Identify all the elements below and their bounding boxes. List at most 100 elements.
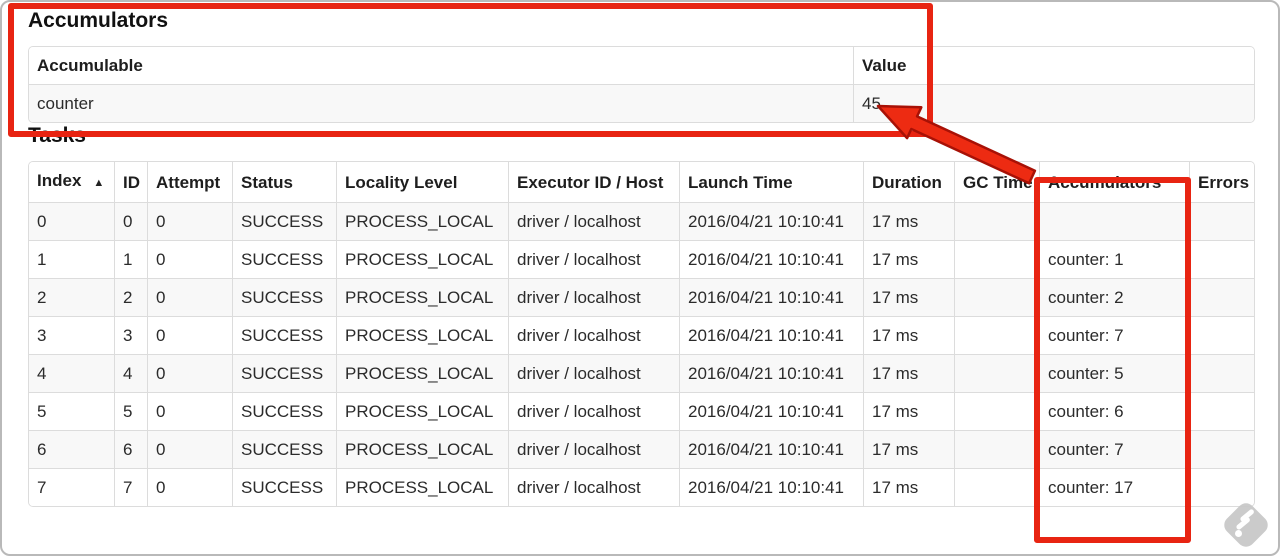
tasks-table-wrapper: Index ▲ ID Attempt Status Locality Level … bbox=[28, 161, 1255, 507]
cell-errors bbox=[1189, 316, 1254, 354]
cell-accumulable-name: counter bbox=[29, 84, 853, 122]
cell-attempt: 0 bbox=[147, 468, 232, 506]
watermark-diamond-icon bbox=[1220, 499, 1272, 551]
task-row: 0 0 0 SUCCESS PROCESS_LOCAL driver / localhos… bbox=[29, 202, 1254, 240]
cell-executor-id-host: driver / localhost bbox=[508, 278, 679, 316]
cell-duration: 17 ms bbox=[863, 278, 954, 316]
duration-column-header[interactable]: Duration bbox=[863, 162, 954, 202]
cell-accumulators: counter: 1 bbox=[1039, 240, 1189, 278]
cell-id: 3 bbox=[114, 316, 147, 354]
cell-duration: 17 ms bbox=[863, 468, 954, 506]
cell-gc-time bbox=[954, 240, 1039, 278]
cell-attempt: 0 bbox=[147, 278, 232, 316]
task-row: 3 3 0 SUCCESS PROCESS_LOCAL driver / localhos… bbox=[29, 316, 1254, 354]
locality-level-column-header[interactable]: Locality Level bbox=[336, 162, 508, 202]
task-row: 7 7 0 SUCCESS PROCESS_LOCAL driver / localhos… bbox=[29, 468, 1254, 506]
accumulators-column-header[interactable]: Accumulators bbox=[1039, 162, 1189, 202]
task-row: 6 6 0 SUCCESS PROCESS_LOCAL driver / localhos… bbox=[29, 430, 1254, 468]
cell-id: 7 bbox=[114, 468, 147, 506]
id-column-header[interactable]: ID bbox=[114, 162, 147, 202]
cell-status: SUCCESS bbox=[232, 392, 336, 430]
cell-accumulable-value: 45 bbox=[853, 84, 1254, 122]
task-row: 4 4 0 SUCCESS PROCESS_LOCAL driver / localhos… bbox=[29, 354, 1254, 392]
cell-executor-id-host: driver / localhost bbox=[508, 354, 679, 392]
index-column-header[interactable]: Index ▲ bbox=[29, 162, 114, 202]
cell-locality-level: PROCESS_LOCAL bbox=[336, 354, 508, 392]
tasks-section: Tasks Index ▲ ID Attempt Status Locality… bbox=[28, 123, 1255, 507]
cell-executor-id-host: driver / localhost bbox=[508, 430, 679, 468]
errors-column-header[interactable]: Errors bbox=[1189, 162, 1254, 202]
executor-id-host-column-header[interactable]: Executor ID / Host bbox=[508, 162, 679, 202]
cell-status: SUCCESS bbox=[232, 430, 336, 468]
cell-index: 7 bbox=[29, 468, 114, 506]
cell-locality-level: PROCESS_LOCAL bbox=[336, 278, 508, 316]
cell-attempt: 0 bbox=[147, 354, 232, 392]
cell-gc-time bbox=[954, 354, 1039, 392]
gc-time-column-header[interactable]: GC Time bbox=[954, 162, 1039, 202]
cell-id: 6 bbox=[114, 430, 147, 468]
task-row: 1 1 0 SUCCESS PROCESS_LOCAL driver / localhos… bbox=[29, 240, 1254, 278]
cell-accumulators: counter: 5 bbox=[1039, 354, 1189, 392]
cell-locality-level: PROCESS_LOCAL bbox=[336, 202, 508, 240]
cell-status: SUCCESS bbox=[232, 240, 336, 278]
cell-locality-level: PROCESS_LOCAL bbox=[336, 430, 508, 468]
cell-attempt: 0 bbox=[147, 392, 232, 430]
cell-accumulators: counter: 2 bbox=[1039, 278, 1189, 316]
cell-index: 1 bbox=[29, 240, 114, 278]
cell-index: 0 bbox=[29, 202, 114, 240]
tasks-header-row: Index ▲ ID Attempt Status Locality Level … bbox=[29, 162, 1254, 202]
cell-index: 6 bbox=[29, 430, 114, 468]
cell-executor-id-host: driver / localhost bbox=[508, 468, 679, 506]
cell-errors bbox=[1189, 240, 1254, 278]
cell-id: 1 bbox=[114, 240, 147, 278]
cell-errors bbox=[1189, 392, 1254, 430]
accumulators-table: Accumulable Value counter 45 bbox=[29, 47, 1254, 122]
cell-gc-time bbox=[954, 392, 1039, 430]
cell-locality-level: PROCESS_LOCAL bbox=[336, 392, 508, 430]
cell-gc-time bbox=[954, 202, 1039, 240]
cell-status: SUCCESS bbox=[232, 202, 336, 240]
cell-status: SUCCESS bbox=[232, 316, 336, 354]
cell-errors bbox=[1189, 202, 1254, 240]
cell-duration: 17 ms bbox=[863, 392, 954, 430]
cell-launch-time: 2016/04/21 10:10:41 bbox=[679, 316, 863, 354]
cell-errors bbox=[1189, 354, 1254, 392]
cell-index: 5 bbox=[29, 392, 114, 430]
accumulators-section: Accumulators Accumulable Value counter 4… bbox=[28, 8, 1255, 123]
status-column-header[interactable]: Status bbox=[232, 162, 336, 202]
attempt-column-header[interactable]: Attempt bbox=[147, 162, 232, 202]
index-header-label: Index bbox=[37, 171, 82, 190]
cell-duration: 17 ms bbox=[863, 240, 954, 278]
cell-id: 4 bbox=[114, 354, 147, 392]
value-column-header[interactable]: Value bbox=[853, 47, 1254, 84]
cell-launch-time: 2016/04/21 10:10:41 bbox=[679, 468, 863, 506]
task-row: 5 5 0 SUCCESS PROCESS_LOCAL driver / localhos… bbox=[29, 392, 1254, 430]
cell-gc-time bbox=[954, 278, 1039, 316]
cell-locality-level: PROCESS_LOCAL bbox=[336, 468, 508, 506]
cell-gc-time bbox=[954, 468, 1039, 506]
accumulators-table-wrapper: Accumulable Value counter 45 bbox=[28, 46, 1255, 123]
cell-accumulators: counter: 17 bbox=[1039, 468, 1189, 506]
accumulators-header-row: Accumulable Value bbox=[29, 47, 1254, 84]
cell-errors bbox=[1189, 278, 1254, 316]
accumulators-heading: Accumulators bbox=[28, 9, 169, 32]
cell-executor-id-host: driver / localhost bbox=[508, 392, 679, 430]
cell-launch-time: 2016/04/21 10:10:41 bbox=[679, 392, 863, 430]
accumulator-row: counter 45 bbox=[29, 84, 1254, 122]
accumulable-column-header[interactable]: Accumulable bbox=[29, 47, 853, 84]
cell-index: 3 bbox=[29, 316, 114, 354]
cell-launch-time: 2016/04/21 10:10:41 bbox=[679, 240, 863, 278]
cell-status: SUCCESS bbox=[232, 354, 336, 392]
cell-accumulators: counter: 6 bbox=[1039, 392, 1189, 430]
cell-duration: 17 ms bbox=[863, 316, 954, 354]
cell-launch-time: 2016/04/21 10:10:41 bbox=[679, 278, 863, 316]
cell-executor-id-host: driver / localhost bbox=[508, 240, 679, 278]
task-row: 2 2 0 SUCCESS PROCESS_LOCAL driver / localhos… bbox=[29, 278, 1254, 316]
cell-launch-time: 2016/04/21 10:10:41 bbox=[679, 354, 863, 392]
cell-index: 4 bbox=[29, 354, 114, 392]
launch-time-column-header[interactable]: Launch Time bbox=[679, 162, 863, 202]
cell-executor-id-host: driver / localhost bbox=[508, 316, 679, 354]
cell-attempt: 0 bbox=[147, 240, 232, 278]
cell-accumulators bbox=[1039, 202, 1189, 240]
spark-stage-page: Accumulators Accumulable Value counter 4… bbox=[0, 0, 1280, 556]
